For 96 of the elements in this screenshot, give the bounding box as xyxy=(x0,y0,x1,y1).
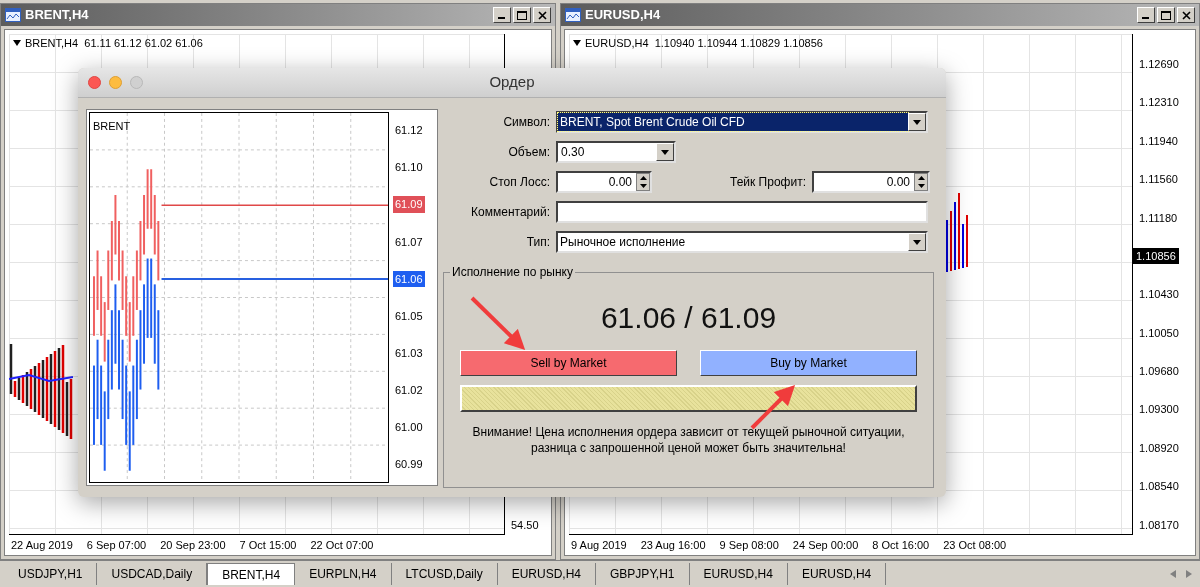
maximize-icon xyxy=(1161,10,1171,20)
dropdown-field[interactable]: Рыночное исполнение xyxy=(556,231,928,253)
chart-window-icon xyxy=(5,8,21,22)
number-field[interactable]: 0.00 xyxy=(556,171,652,193)
price-axis-label: 61.10 xyxy=(394,160,424,176)
chart-legend: EURUSD,H4 1.10940 1.10944 1.10829 1.10856 xyxy=(585,35,823,52)
comment-field[interactable] xyxy=(556,201,928,223)
field-value: 0.00 xyxy=(607,174,633,191)
price-axis-label: 1.11560 xyxy=(1138,172,1179,188)
chart-tab[interactable]: USDJPY,H1 xyxy=(4,563,98,585)
field-label: Тейк Профит: xyxy=(729,174,807,191)
price-axis-label: 61.00 xyxy=(394,420,424,436)
chart-symbol-label: BRENT xyxy=(92,120,131,132)
price-axis-label: 61.05 xyxy=(394,308,424,324)
dropdown-button[interactable] xyxy=(656,143,674,161)
price-axis-label: 61.07 xyxy=(394,234,424,250)
time-axis-label: 9 Sep 08:00 xyxy=(719,537,779,553)
time-axis-label: 24 Sep 00:00 xyxy=(792,537,859,553)
dialog-title: Ордер xyxy=(489,72,535,93)
bid-ask-quote: 61.06 / 61.09 xyxy=(600,300,777,336)
collapse-triangle-icon[interactable] xyxy=(573,40,581,47)
price-axis-label: 1.11940 xyxy=(1138,133,1179,149)
spinner-button[interactable] xyxy=(636,173,650,191)
chart-tab[interactable]: LTCUSD,Daily xyxy=(391,563,498,585)
scroll-left-icon[interactable] xyxy=(1170,570,1176,578)
chart-tab[interactable]: EURUSD,H4 xyxy=(787,563,887,585)
warning-text: Внимание! Цена исполнения ордера зависит от текущей рыночной ситуации, разница с запрошенной ценой может быть значительна! xyxy=(471,424,906,456)
up-arrow-icon xyxy=(639,176,647,180)
field-label: Стоп Лосс: xyxy=(488,174,551,191)
field-value: 0.30 xyxy=(560,144,586,161)
field-label: Тип: xyxy=(525,234,551,251)
time-axis-label: 9 Aug 2019 xyxy=(571,537,627,553)
price-axis-label: 1.12690 xyxy=(1138,57,1180,72)
spinner-button[interactable] xyxy=(914,173,928,191)
dropdown-value: BRENT, Spot Brent Crude Oil CFD xyxy=(558,113,908,131)
caret-icon xyxy=(913,119,921,125)
price-axis-label: 61.02 xyxy=(394,382,424,398)
price-axis-label: 54.50 xyxy=(510,517,540,533)
field-value: 0.00 xyxy=(885,174,911,191)
chart-tab[interactable]: GBPJPY,H1 xyxy=(596,563,690,585)
close-icon xyxy=(537,10,547,20)
chart-tab[interactable]: BRENT,H4 xyxy=(207,563,296,585)
maximize-button[interactable] xyxy=(1157,7,1175,23)
price-axis-label: 1.08540 xyxy=(1138,479,1180,495)
window-title: BRENT,H4 xyxy=(25,6,89,25)
sell-button[interactable]: Sell by Market xyxy=(460,350,677,376)
scroll-right-icon[interactable] xyxy=(1186,570,1192,578)
chart-tab[interactable]: EURUSD,H4 xyxy=(497,563,597,585)
field-label: Символ: xyxy=(502,114,551,131)
dropdown-button[interactable] xyxy=(908,113,926,131)
dropdown-value: Рыночное исполнение xyxy=(559,234,687,251)
maximize-icon xyxy=(517,10,527,20)
maximize-button[interactable] xyxy=(513,7,531,23)
down-arrow-icon xyxy=(639,184,647,188)
dropdown-field[interactable]: BRENT, Spot Brent Crude Oil CFD xyxy=(556,111,928,133)
volume-field[interactable]: 0.30 xyxy=(556,141,676,163)
caret-icon xyxy=(913,239,921,245)
time-axis-label: 23 Oct 08:00 xyxy=(943,537,1007,553)
chart-tab[interactable]: EURUSD,H4 xyxy=(689,563,788,585)
price-axis-label: 1.08920 xyxy=(1138,440,1180,456)
ask-price-tag: 61.09 xyxy=(393,196,425,213)
price-axis-label: 60.99 xyxy=(394,457,424,473)
buy-button[interactable]: Buy by Market xyxy=(700,350,917,376)
price-axis-label: 61.03 xyxy=(394,345,424,361)
group-title: Исполнение по рынку xyxy=(451,264,574,281)
caret-icon xyxy=(661,149,669,155)
up-arrow-icon xyxy=(917,176,925,180)
chart-tab[interactable]: EURPLN,H4 xyxy=(295,563,392,585)
time-axis-label: 7 Oct 15:00 xyxy=(239,537,297,553)
chart-window-icon xyxy=(565,8,581,22)
bid-price-tag: 61.06 xyxy=(393,270,425,288)
price-axis-label: 1.11180 xyxy=(1138,210,1179,226)
chart-legend: BRENT,H4 61.11 61.12 61.02 61.06 xyxy=(25,35,203,52)
time-axis-label: 22 Oct 07:00 xyxy=(310,537,374,553)
number-field[interactable]: 0.00 xyxy=(812,171,930,193)
down-arrow-icon xyxy=(917,184,925,188)
close-icon xyxy=(1181,10,1191,20)
current-price-tag: 1.10856 xyxy=(1133,247,1179,265)
time-axis-label: 6 Sep 07:00 xyxy=(86,537,147,553)
collapse-triangle-icon[interactable] xyxy=(13,40,21,47)
price-axis-label: 1.08170 xyxy=(1138,517,1180,533)
time-axis-label: 22 Aug 2019 xyxy=(11,537,73,553)
price-axis-label: 1.09680 xyxy=(1138,364,1180,379)
time-axis-label: 20 Sep 23:00 xyxy=(160,537,226,553)
window-title: EURUSD,H4 xyxy=(585,6,661,25)
arrow-drawing xyxy=(470,296,526,350)
price-axis-label: 1.09300 xyxy=(1138,402,1180,418)
price-axis-label: 61.12 xyxy=(394,123,424,139)
field-label: Комментарий: xyxy=(470,204,551,221)
price-axis-label: 1.10050 xyxy=(1138,325,1180,341)
price-axis-label: 1.10430 xyxy=(1138,287,1180,303)
field-label: Объем: xyxy=(507,144,551,161)
time-axis-label: 23 Aug 16:00 xyxy=(640,537,706,553)
dropdown-button[interactable] xyxy=(908,233,926,251)
price-axis-label: 1.12310 xyxy=(1138,95,1180,111)
time-axis-label: 8 Oct 16:00 xyxy=(872,537,930,553)
